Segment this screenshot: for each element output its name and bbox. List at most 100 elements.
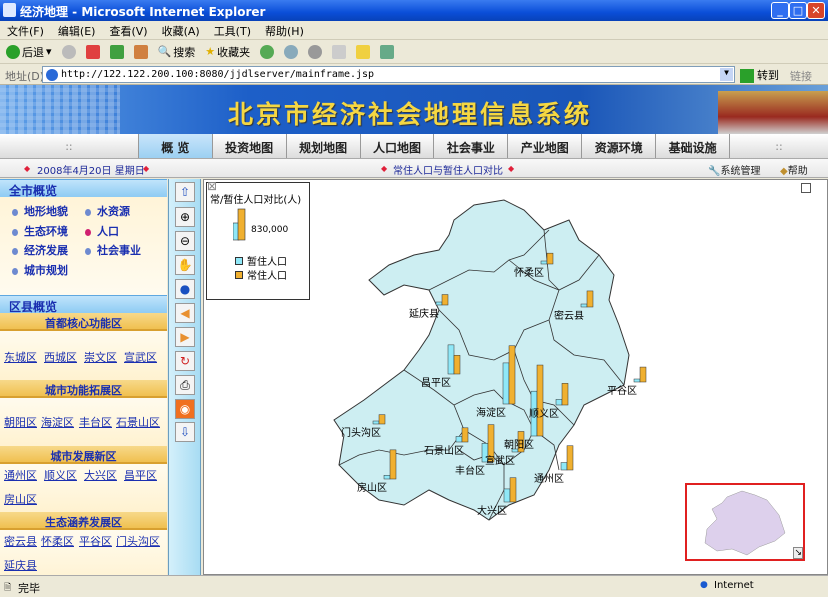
tab-overview[interactable]: 概 览 xyxy=(138,134,213,158)
collapse-up-icon[interactable]: ⇧ xyxy=(175,182,195,202)
diamond-icon: ◆ xyxy=(143,164,150,173)
menu-edit[interactable]: 编辑(E) xyxy=(51,21,103,39)
back-button[interactable]: 后退 ▾ xyxy=(6,44,52,60)
links-button[interactable]: 链接 xyxy=(790,68,812,84)
diamond-icon: ◆ xyxy=(508,164,515,173)
overview-toggle-button[interactable] xyxy=(801,183,811,193)
district-label[interactable]: 通州区 xyxy=(534,473,564,485)
close-button[interactable]: ✕ xyxy=(807,2,825,19)
legend-scale-bar xyxy=(233,208,246,241)
site-title: 北京市经济社会地理信息系统 xyxy=(228,100,593,129)
collapse-down-icon[interactable]: ⇩ xyxy=(175,422,195,442)
home-icon[interactable] xyxy=(133,44,148,59)
print-icon[interactable] xyxy=(308,44,323,59)
city-item-economy[interactable]: 经济发展 xyxy=(12,242,68,258)
next-extent-icon[interactable]: ▶ xyxy=(175,327,195,347)
tab-infrastructure[interactable]: 基础设施 xyxy=(656,134,731,158)
district-label[interactable]: 丰台区 xyxy=(455,464,485,477)
district-link[interactable]: 平谷区 xyxy=(79,533,112,549)
current-date: 2008年4月20日 星期日 xyxy=(37,166,145,177)
tab-industry-map[interactable]: 产业地图 xyxy=(508,134,583,158)
tab-population-map[interactable]: 人口地图 xyxy=(361,134,435,158)
district-link[interactable]: 大兴区 xyxy=(84,467,117,483)
district-link[interactable]: 顺义区 xyxy=(44,467,77,483)
full-extent-globe-icon[interactable]: ● xyxy=(175,279,195,299)
resize-corner-icon[interactable]: ↘ xyxy=(793,547,803,559)
district-link[interactable]: 门头沟区 xyxy=(116,533,160,549)
district-label[interactable]: 密云县 xyxy=(554,309,584,322)
district-label[interactable]: 大兴区 xyxy=(477,504,507,517)
district-link[interactable]: 房山区 xyxy=(4,491,37,507)
discuss-icon[interactable] xyxy=(356,44,371,59)
district-label[interactable]: 房山区 xyxy=(357,481,387,494)
back-label: 后退 xyxy=(22,45,44,59)
district-link[interactable]: 丰台区 xyxy=(79,414,112,430)
district-label[interactable]: 顺义区 xyxy=(529,408,559,420)
edit-icon[interactable] xyxy=(332,44,347,59)
district-link[interactable]: 东城区 xyxy=(4,349,37,365)
help-link[interactable]: ◆帮助 xyxy=(780,162,808,177)
pan-hand-icon[interactable]: ✋ xyxy=(175,255,195,275)
admin-link[interactable]: 🔧系统管理 xyxy=(708,162,760,177)
district-link[interactable]: 怀柔区 xyxy=(41,533,74,549)
refresh-icon[interactable] xyxy=(109,44,124,59)
map-view[interactable]: 延庆县 怀柔区密云县昌平区平谷区顺义区 海淀区门头沟区朝阳区石景山区宣武区 丰台区通州… xyxy=(203,179,828,575)
district-link[interactable]: 通州区 xyxy=(4,467,37,483)
overview-map[interactable]: ↘ xyxy=(685,483,805,561)
city-item-population[interactable]: 人口 xyxy=(85,223,119,239)
district-label[interactable]: 朝阳区 xyxy=(504,439,534,451)
print-icon[interactable]: ⎙ xyxy=(175,375,195,395)
district-label[interactable]: 门头沟区 xyxy=(341,426,381,439)
rss-icon[interactable]: ◉ xyxy=(175,399,195,419)
zoom-in-icon[interactable]: ⊕ xyxy=(175,207,195,227)
city-item-planning[interactable]: 城市规划 xyxy=(12,262,68,278)
city-item-ecology[interactable]: 生态环境 xyxy=(12,223,68,239)
district-link[interactable]: 昌平区 xyxy=(124,467,157,483)
forward-icon[interactable] xyxy=(61,44,76,59)
tab-planning-map[interactable]: 规划地图 xyxy=(287,134,361,158)
menu-tools[interactable]: 工具(T) xyxy=(207,21,258,39)
district-link[interactable]: 崇文区 xyxy=(84,349,117,365)
previous-extent-icon[interactable]: ◀ xyxy=(175,303,195,323)
mail-icon[interactable] xyxy=(284,44,299,59)
menu-view[interactable]: 查看(V) xyxy=(102,21,154,39)
district-label[interactable]: 平谷区 xyxy=(607,385,637,397)
tab-investment-map[interactable]: 投资地图 xyxy=(213,134,287,158)
legend-title: 常/暂住人口对比(人) xyxy=(210,195,302,206)
district-link[interactable]: 朝阳区 xyxy=(4,414,37,430)
district-link[interactable]: 延庆县 xyxy=(4,557,37,573)
zoom-out-icon[interactable]: ⊖ xyxy=(175,231,195,251)
maximize-button[interactable]: □ xyxy=(789,2,807,19)
stop-icon[interactable] xyxy=(85,44,100,59)
district-label[interactable]: 延庆县 xyxy=(409,307,439,320)
tab-social[interactable]: 社会事业 xyxy=(434,134,509,158)
menu-file[interactable]: 文件(F) xyxy=(0,21,51,39)
district-link[interactable]: 石景山区 xyxy=(116,414,160,430)
district-link[interactable]: 西城区 xyxy=(44,349,77,365)
messenger-icon[interactable] xyxy=(380,44,395,59)
history-icon[interactable] xyxy=(260,44,275,59)
district-label[interactable]: 宣武区 xyxy=(485,454,515,467)
address-input[interactable]: http://122.122.200.100:8080/jjdlserver/m… xyxy=(42,66,735,83)
search-button[interactable]: 🔍 搜索 xyxy=(158,44,196,60)
district-link[interactable]: 宣武区 xyxy=(124,349,157,365)
menu-favorites[interactable]: 收藏(A) xyxy=(155,21,207,39)
minimize-button[interactable]: _ xyxy=(771,2,789,19)
go-button[interactable]: 转到 xyxy=(740,67,779,83)
temporary-swatch xyxy=(235,257,243,265)
refresh-icon[interactable]: ↻ xyxy=(175,351,195,371)
city-item-water[interactable]: 水资源 xyxy=(85,203,130,219)
menu-help[interactable]: 帮助(H) xyxy=(258,21,311,39)
district-link[interactable]: 密云县 xyxy=(4,533,37,549)
district-label[interactable]: 石景山区 xyxy=(424,445,464,457)
city-item-terrain[interactable]: 地形地貌 xyxy=(12,203,68,219)
favorites-button[interactable]: ★ 收藏夹 xyxy=(205,44,250,60)
city-item-social[interactable]: 社会事业 xyxy=(85,242,141,258)
district-label[interactable]: 昌平区 xyxy=(421,377,451,389)
district-label[interactable]: 怀柔区 xyxy=(514,267,544,279)
district-link[interactable]: 海淀区 xyxy=(41,414,74,430)
tab-resources[interactable]: 资源环境 xyxy=(582,134,657,158)
district-label[interactable]: 海淀区 xyxy=(476,406,506,419)
chevron-down-icon[interactable]: ▼ xyxy=(720,68,733,81)
zone-text: Internet xyxy=(714,580,754,591)
